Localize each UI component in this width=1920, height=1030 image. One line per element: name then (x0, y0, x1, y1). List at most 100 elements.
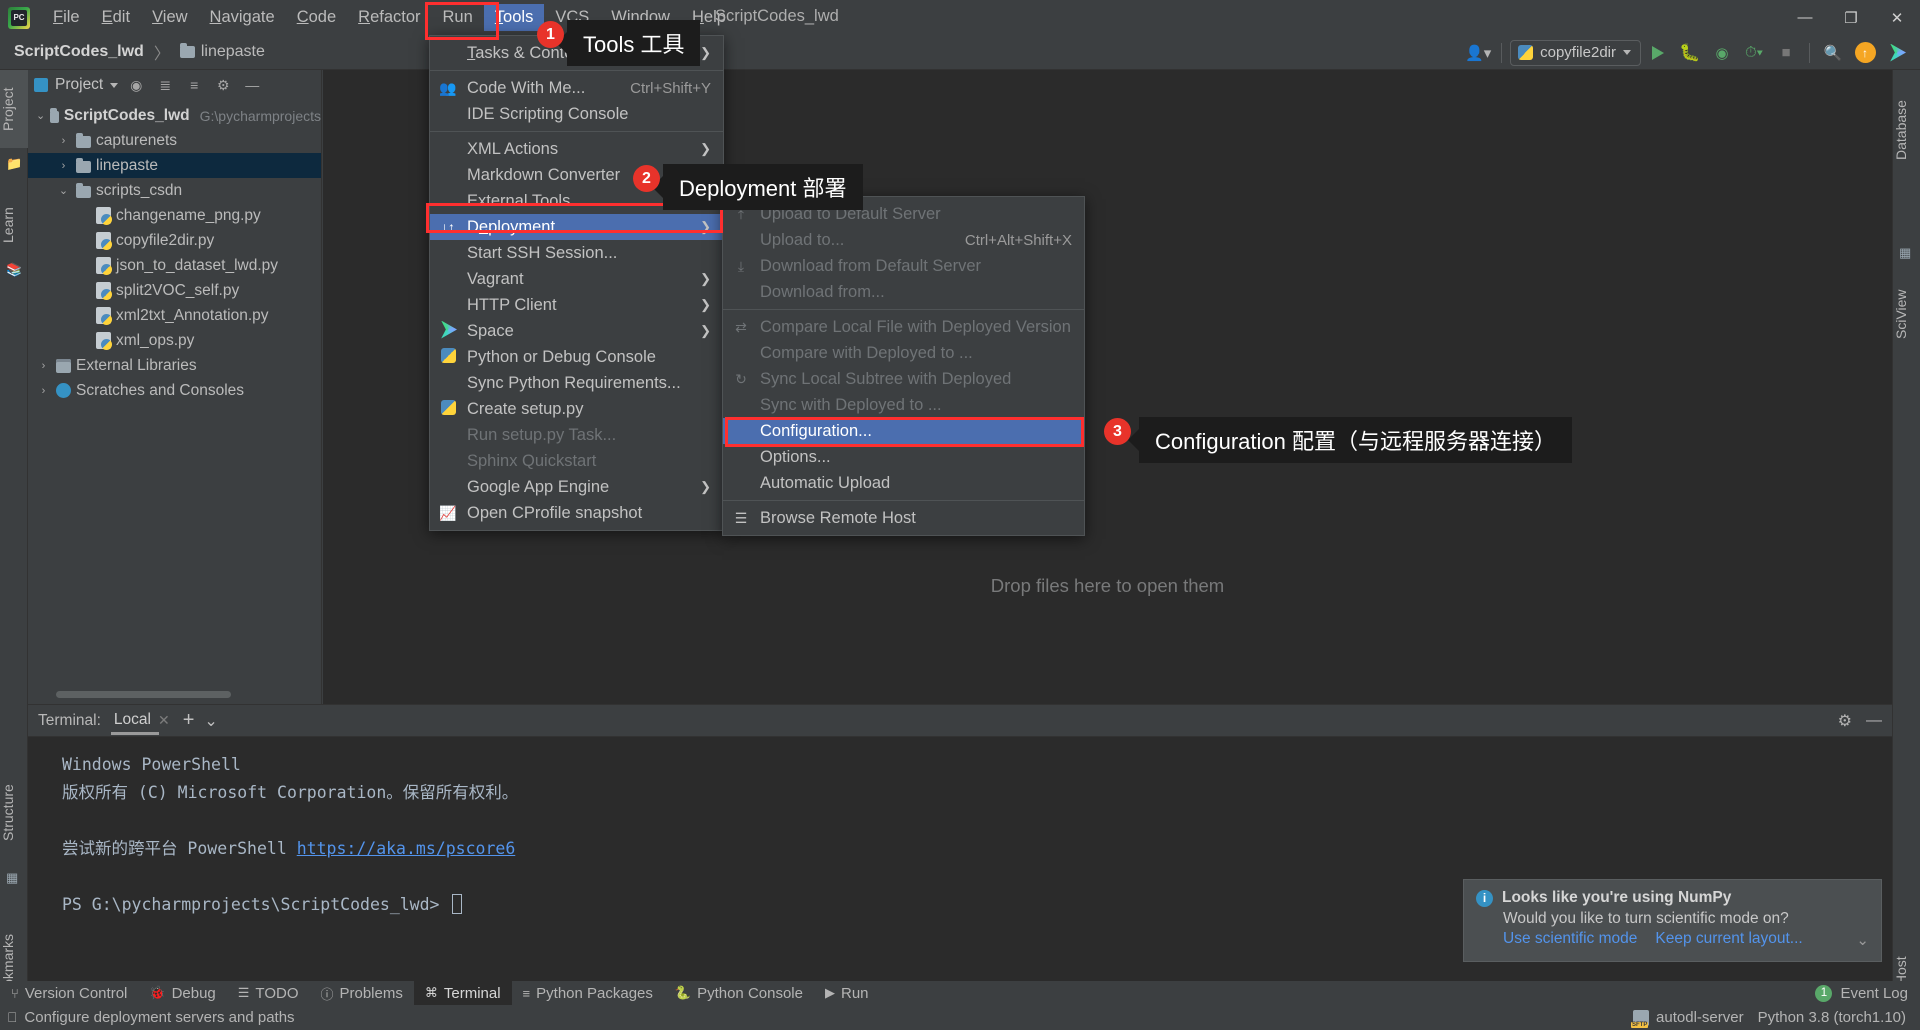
status-message: Configure deployment servers and paths (24, 1009, 295, 1026)
stop-icon[interactable]: ■ (1771, 40, 1801, 66)
close-button[interactable]: ✕ (1874, 0, 1920, 35)
minimize-icon[interactable]: — (1866, 712, 1882, 730)
window-title: ScriptCodes_lwd (715, 7, 839, 25)
add-terminal-icon[interactable]: + (183, 709, 195, 732)
maximize-button[interactable]: ❐ (1828, 0, 1874, 35)
run-icon[interactable] (1643, 40, 1673, 66)
tree-node-copyfile2dir-py[interactable]: copyfile2dir.py (28, 228, 321, 253)
close-icon[interactable]: ✕ (158, 712, 170, 729)
deployment-menu-item-automatic-upload[interactable]: Automatic Upload (723, 470, 1084, 496)
tree-node-xml-ops-py[interactable]: xml_ops.py (28, 328, 321, 353)
tree-node-capturenets[interactable]: › capturenets (28, 128, 321, 153)
expand-arrow-icon[interactable]: › (36, 385, 51, 397)
interpreter-status[interactable]: Python 3.8 (torch1.10) (1758, 1009, 1906, 1026)
chevron-down-icon[interactable] (110, 82, 119, 88)
deployment-submenu[interactable]: ⤒ Upload to Default Server Upload to... Ctr… (722, 196, 1085, 536)
profile-icon[interactable]: ⏱▾ (1739, 40, 1769, 66)
expand-arrow-icon[interactable]: › (56, 160, 71, 172)
deployment-menu-item-browse-remote-host[interactable]: ☰ Browse Remote Host (723, 505, 1084, 531)
menu-view[interactable]: View (141, 4, 198, 31)
tree-node-split2voc-self-py[interactable]: split2VOC_self.py (28, 278, 321, 303)
terminal-dropdown-icon[interactable]: ⌄ (204, 711, 217, 731)
updates-icon[interactable]: ↑ (1850, 40, 1880, 66)
menu-refactor[interactable]: Refactor (347, 4, 431, 31)
menu-edit[interactable]: Edit (91, 4, 141, 31)
settings-gear-icon[interactable]: ⚙ (212, 77, 234, 94)
menu-item-label: HTTP Client (467, 295, 557, 314)
menu-run[interactable]: Run (432, 4, 484, 31)
menu-navigate[interactable]: Navigate (199, 4, 286, 31)
terminal-header: Terminal: Local ✕ + ⌄ ⚙ — (28, 705, 1892, 737)
tree-node-changename-png-py[interactable]: changename_png.py (28, 203, 321, 228)
tools-menu-item-space[interactable]: Space ❯ (430, 318, 723, 344)
deployment-menu-item-configuration[interactable]: Configuration... (723, 418, 1084, 444)
expand-arrow-icon[interactable]: ⌄ (36, 109, 45, 122)
drop-files-hint: Drop files here to open them (990, 575, 1225, 596)
toolwindow-button-terminal[interactable]: ⌘ Terminal (413, 981, 512, 1005)
project-horizontal-scrollbar[interactable] (56, 691, 231, 698)
menu-code[interactable]: Code (286, 4, 347, 31)
menu-tools[interactable]: Tools (483, 4, 545, 31)
toolwindow-button-python-packages[interactable]: ≡ Python Packages (512, 981, 664, 1005)
tools-menu-item-start-ssh-session[interactable]: Start SSH Session... (430, 240, 723, 266)
use-scientific-mode-link[interactable]: Use scientific mode (1503, 930, 1637, 948)
sidebar-item-project[interactable]: Project (0, 70, 28, 148)
hide-panel-icon[interactable]: — (241, 77, 263, 93)
tools-menu-item-code-with-me[interactable]: 👥 Code With Me... Ctrl+Shift+Y (430, 75, 723, 101)
debug-icon[interactable]: 🐛 (1675, 40, 1705, 66)
sidebar-item-learn[interactable]: Learn (0, 190, 28, 260)
deployment-server-status[interactable]: autodl-server (1631, 1009, 1744, 1028)
sidebar-item-sciview[interactable]: SciView (1893, 270, 1920, 358)
tools-menu-item-http-client[interactable]: HTTP Client ❯ (430, 292, 723, 318)
breadcrumb-folder[interactable]: linepaste (201, 43, 265, 61)
tools-menu-item-deployment[interactable]: ↓↑ Deployment ❯ (430, 214, 723, 240)
run-with-coverage-icon[interactable]: ◉ (1707, 40, 1737, 66)
user-dropdown-icon[interactable]: 👤▾ (1463, 40, 1493, 66)
sidebar-item-database[interactable]: Database (1893, 80, 1920, 180)
locate-icon[interactable]: ◉ (125, 77, 147, 94)
tools-menu-item-google-app-engine[interactable]: Google App Engine ❯ (430, 474, 723, 500)
tree-node-scratches-and-consoles[interactable]: › Scratches and Consoles (28, 378, 321, 403)
toolwindow-button-debug[interactable]: 🐞 Debug (138, 981, 226, 1005)
tools-menu-item-sync-python-requirements[interactable]: Sync Python Requirements... (430, 370, 723, 396)
expand-arrow-icon[interactable]: › (36, 360, 51, 372)
tools-menu-item-vagrant[interactable]: Vagrant ❯ (430, 266, 723, 292)
tree-node-json-to-dataset-lwd-py[interactable]: json_to_dataset_lwd.py (28, 253, 321, 278)
toolwindow-button-problems[interactable]: ⓘ Problems (309, 981, 413, 1005)
tools-menu-item-xml-actions[interactable]: XML Actions ❯ (430, 136, 723, 162)
gear-icon[interactable]: ⚙ (1838, 711, 1852, 731)
tools-menu-item-open-cprofile-snapshot[interactable]: 📈 Open CProfile snapshot (430, 500, 723, 526)
terminal-url-link[interactable]: https://aka.ms/pscore6 (297, 839, 516, 858)
tools-dropdown-menu[interactable]: Tasks & Contexts ❯ 👥 Code With Me... Ctrl+Sh… (429, 35, 724, 531)
menu-file[interactable]: File (42, 4, 91, 31)
minimize-button[interactable]: — (1782, 0, 1828, 35)
menu-item-label: Google App Engine (467, 477, 610, 496)
expand-arrow-icon[interactable]: ⌄ (56, 184, 71, 197)
collapse-all-icon[interactable]: ≡ (183, 77, 205, 93)
tree-node-scriptcodes-lwd[interactable]: ⌄ ScriptCodes_lwd G:\pycharmprojects (28, 103, 321, 128)
tools-menu-item-ide-scripting-console[interactable]: IDE Scripting Console (430, 101, 723, 127)
event-log-button[interactable]: Event Log (1840, 985, 1908, 1002)
breadcrumb-project[interactable]: ScriptCodes_lwd (14, 43, 144, 61)
tree-node-linepaste[interactable]: › linepaste (28, 153, 321, 178)
expand-notification-icon[interactable]: ⌄ (1856, 931, 1869, 949)
tools-menu-item-python-or-debug-console[interactable]: Python or Debug Console (430, 344, 723, 370)
expand-all-icon[interactable]: ≣ (154, 77, 176, 94)
toolwindow-button-run[interactable]: ▶ Run (814, 981, 880, 1005)
search-everywhere-icon[interactable]: 🔍 (1818, 40, 1848, 66)
toolwindow-button-todo[interactable]: ☰ TODO (227, 981, 310, 1005)
deployment-menu-item-options[interactable]: Options... (723, 444, 1084, 470)
sidebar-item-structure[interactable]: Structure (0, 760, 28, 865)
terminal-tab-local[interactable]: Local ✕ (110, 707, 173, 735)
toolwindow-button-version-control[interactable]: ⑂ Version Control (0, 981, 138, 1005)
tree-node-xml2txt-annotation-py[interactable]: xml2txt_Annotation.py (28, 303, 321, 328)
toolwindow-button-python-console[interactable]: 🐍 Python Console (664, 981, 814, 1005)
keep-current-layout-link[interactable]: Keep current layout... (1655, 930, 1802, 948)
space-icon[interactable] (1882, 40, 1912, 66)
tools-menu-item-create-setup-py[interactable]: Create setup.py (430, 396, 723, 422)
tree-node-external-libraries[interactable]: › External Libraries (28, 353, 321, 378)
tree-node-scripts-csdn[interactable]: ⌄ scripts_csdn (28, 178, 321, 203)
expand-arrow-icon[interactable]: › (56, 135, 71, 147)
menu-item-label: XML Actions (467, 139, 559, 158)
run-configuration-selector[interactable]: copyfile2dir (1510, 39, 1641, 66)
